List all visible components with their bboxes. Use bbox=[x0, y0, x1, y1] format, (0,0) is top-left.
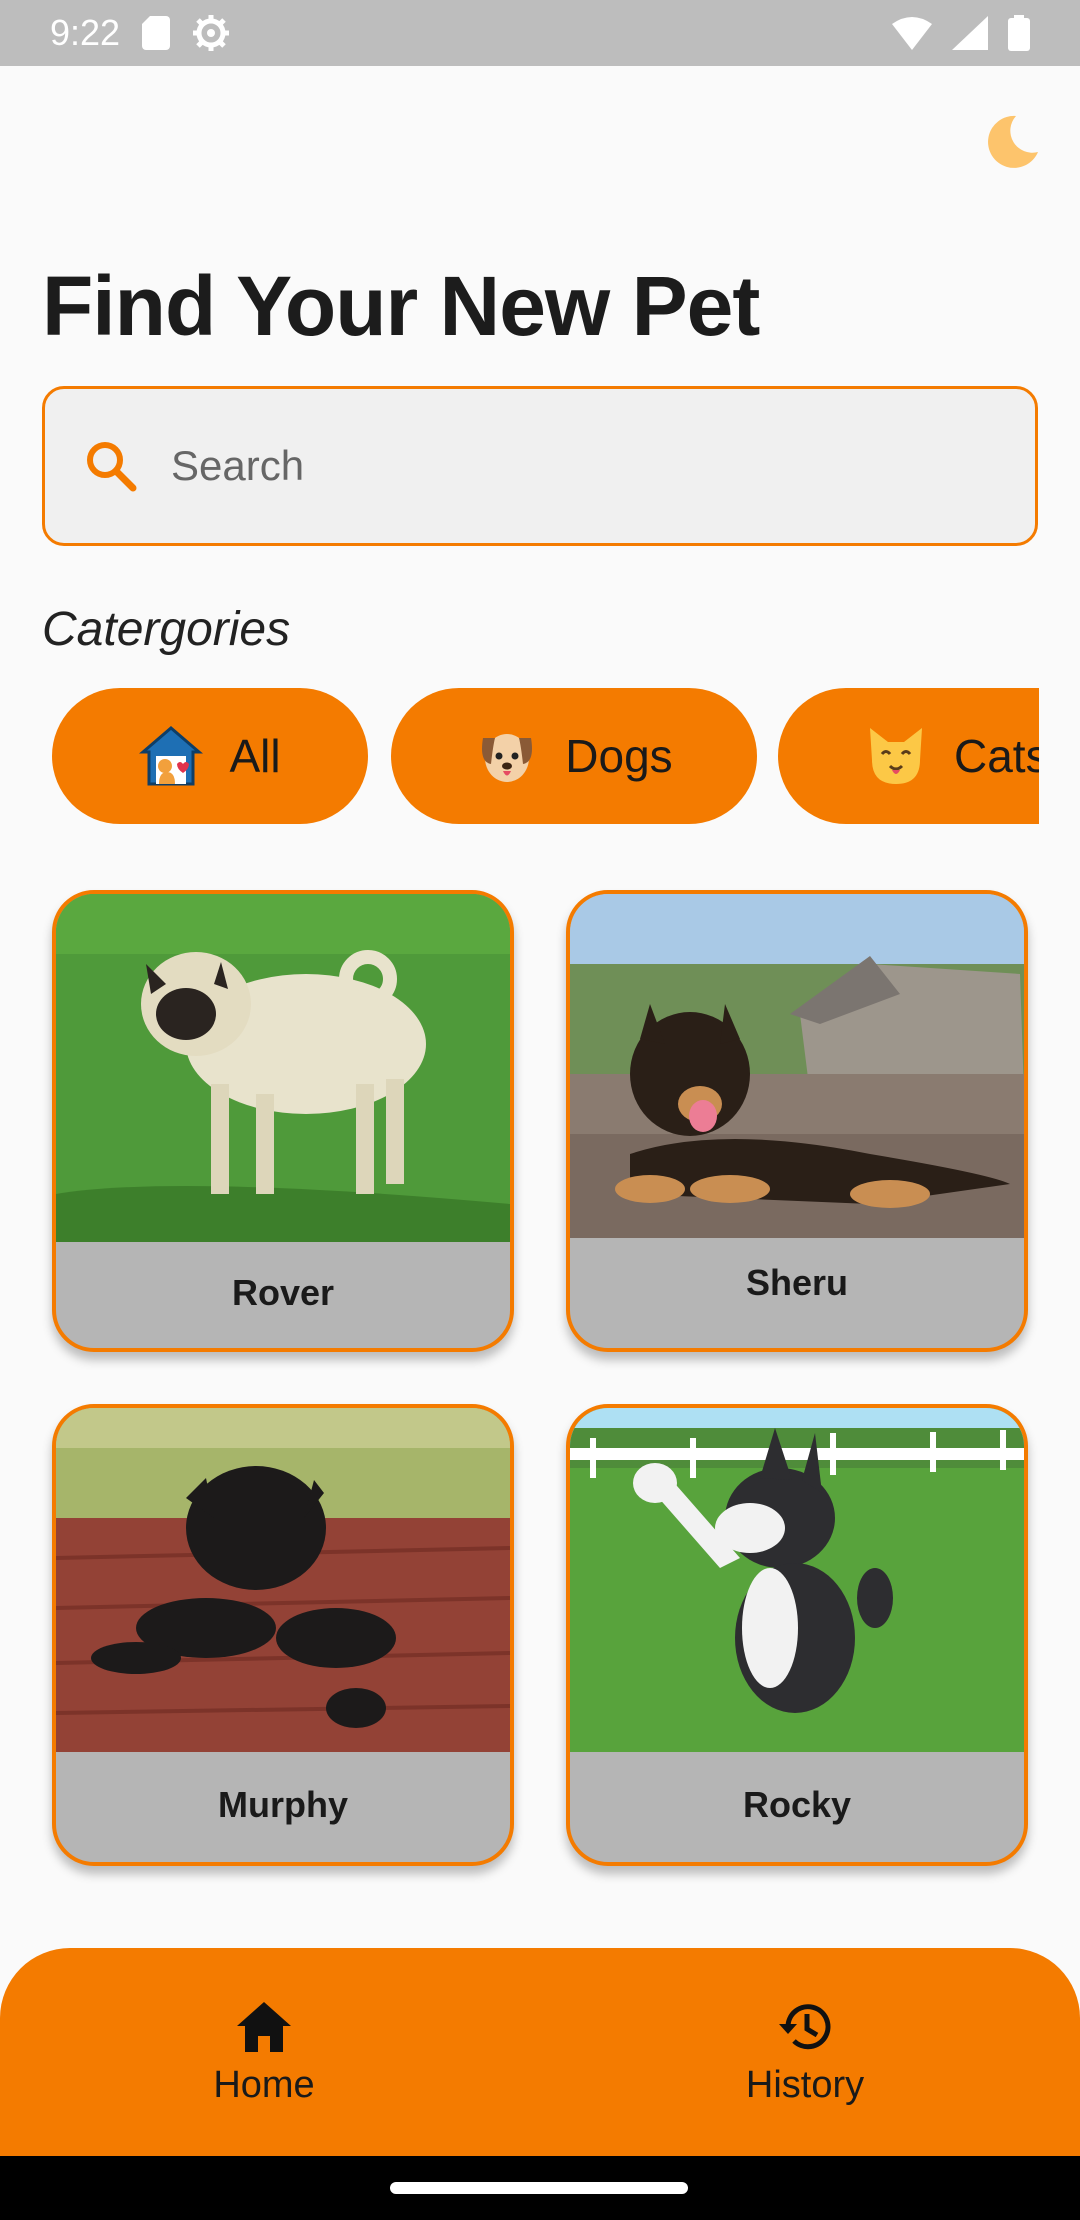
search-icon bbox=[87, 442, 137, 492]
status-bar: 9:22 bbox=[0, 0, 1080, 66]
page-title: Find Your New Pet bbox=[42, 259, 760, 353]
pet-card-rover[interactable]: Rover bbox=[52, 890, 514, 1352]
battery-icon bbox=[1008, 15, 1030, 51]
nav-history[interactable]: History bbox=[655, 1948, 955, 2156]
nav-home-label: Home bbox=[213, 2063, 315, 2106]
categories-label: Catergories bbox=[42, 603, 291, 656]
settings-gear-icon bbox=[193, 15, 230, 51]
gesture-handle[interactable] bbox=[390, 2182, 688, 2194]
history-icon bbox=[779, 2003, 831, 2049]
bottom-nav: Home History bbox=[0, 1948, 1080, 2156]
status-time: 9:22 bbox=[50, 12, 121, 53]
wifi-icon bbox=[892, 17, 932, 50]
nav-history-label: History bbox=[745, 2063, 865, 2106]
search-bar[interactable] bbox=[42, 386, 1038, 546]
dog-face-icon bbox=[482, 734, 533, 782]
moon-icon[interactable] bbox=[982, 112, 1042, 172]
search-input[interactable] bbox=[171, 416, 991, 516]
home-icon bbox=[237, 2001, 291, 2052]
category-label-all: All bbox=[229, 730, 281, 782]
pet-name: Sheru bbox=[745, 1262, 849, 1303]
category-chips: All Dogs Cats bbox=[42, 688, 1039, 824]
husky-puppy-photo bbox=[570, 1408, 1024, 1752]
cell-signal-icon bbox=[952, 16, 988, 50]
pet-house-icon bbox=[139, 726, 204, 786]
category-label-cats: Cats bbox=[954, 730, 1039, 782]
category-chip-cats[interactable]: Cats bbox=[778, 688, 1039, 824]
pug-fawn-photo bbox=[56, 894, 510, 1242]
category-label-dogs: Dogs bbox=[565, 730, 673, 782]
category-chip-all[interactable]: All bbox=[52, 688, 368, 824]
german-shepherd-puppy-photo bbox=[570, 894, 1024, 1238]
cat-face-icon bbox=[870, 728, 922, 784]
pet-name: Murphy bbox=[218, 1784, 348, 1825]
pet-card-sheru[interactable]: Sheru bbox=[566, 890, 1028, 1352]
pet-name: Rover bbox=[231, 1272, 335, 1313]
pet-name: Rocky bbox=[742, 1784, 852, 1825]
sd-card-icon bbox=[142, 16, 171, 50]
system-gesture-bar bbox=[0, 2156, 1080, 2220]
black-pug-photo bbox=[56, 1408, 510, 1752]
pet-card-rocky[interactable]: Rocky bbox=[566, 1404, 1028, 1866]
category-chip-dogs[interactable]: Dogs bbox=[391, 688, 757, 824]
pet-card-murphy[interactable]: Murphy bbox=[52, 1404, 514, 1866]
nav-home[interactable]: Home bbox=[114, 1948, 414, 2156]
